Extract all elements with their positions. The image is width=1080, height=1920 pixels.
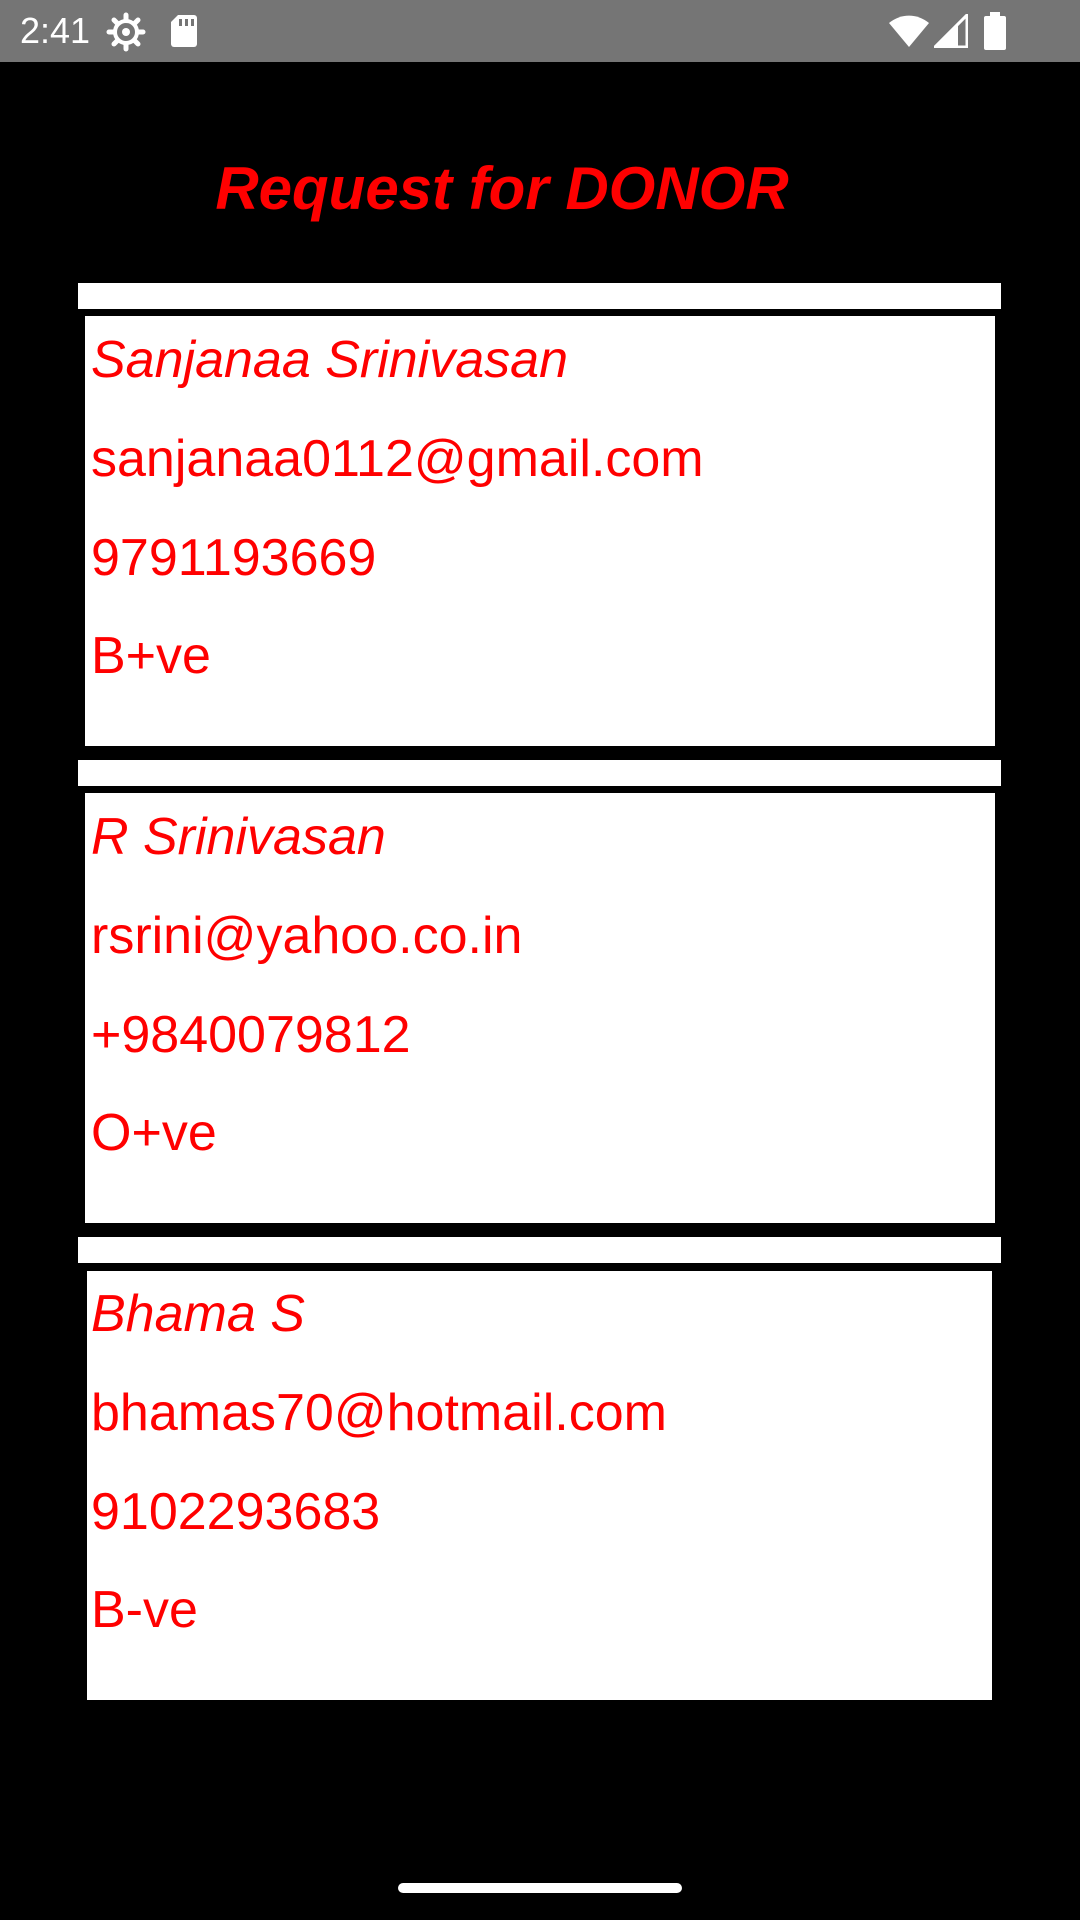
donor-blood-group: O+ve xyxy=(91,1104,217,1162)
separator-bar xyxy=(78,760,1001,786)
status-bar: 2:41 xyxy=(0,0,1080,62)
donor-name: Sanjanaa Srinivasan xyxy=(91,331,568,389)
donor-name: Bhama S xyxy=(91,1285,305,1343)
sd-card-icon xyxy=(171,15,197,47)
donor-card[interactable]: R Srinivasan rsrini@yahoo.co.in +9840079… xyxy=(85,793,995,1223)
page-title: Request for DONOR xyxy=(215,155,789,222)
status-time: 2:41 xyxy=(20,10,91,51)
donor-card[interactable]: Sanjanaa Srinivasan sanjanaa0112@gmail.c… xyxy=(85,316,995,746)
battery-icon xyxy=(984,12,1006,50)
signal-icon xyxy=(934,14,968,48)
donor-phone: +9840079812 xyxy=(91,1006,411,1064)
donor-blood-group: B+ve xyxy=(91,627,211,685)
donor-email: sanjanaa0112@gmail.com xyxy=(91,430,704,488)
donor-name: R Srinivasan xyxy=(91,808,386,866)
gear-icon xyxy=(106,12,146,52)
wifi-icon xyxy=(889,15,929,48)
donor-email: rsrini@yahoo.co.in xyxy=(91,907,523,965)
home-gesture-handle[interactable] xyxy=(398,1883,682,1893)
donor-phone: 9102293683 xyxy=(91,1483,381,1541)
separator-bar xyxy=(78,1237,1001,1263)
donor-phone: 9791193669 xyxy=(91,529,377,587)
donor-card[interactable]: Bhama S bhamas70@hotmail.com 9102293683 … xyxy=(87,1271,992,1700)
donor-blood-group: B-ve xyxy=(91,1581,198,1639)
donor-email: bhamas70@hotmail.com xyxy=(91,1384,667,1442)
separator-bar xyxy=(78,283,1001,309)
